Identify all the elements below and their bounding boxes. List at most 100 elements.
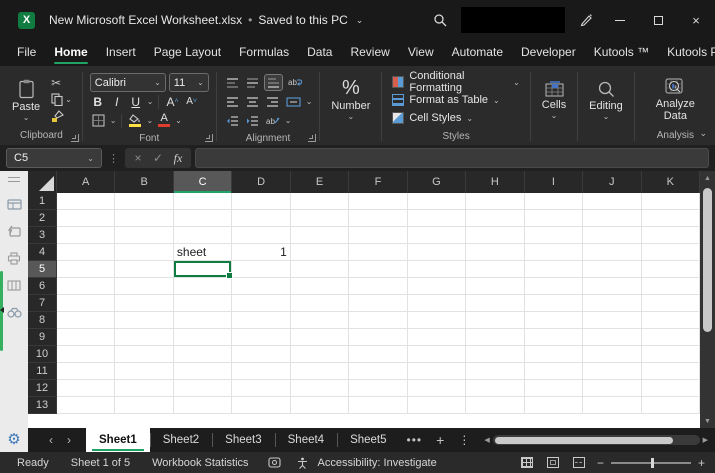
cell-D4[interactable]: 1 xyxy=(232,244,290,261)
cell-F1[interactable] xyxy=(349,193,407,210)
cell-C2[interactable] xyxy=(174,210,232,227)
cell-K1[interactable] xyxy=(642,193,700,210)
workbook-icon[interactable] xyxy=(6,197,22,211)
cell-I1[interactable] xyxy=(525,193,583,210)
cell-B7[interactable] xyxy=(115,295,173,312)
cell-I13[interactable] xyxy=(525,397,583,414)
cell-K11[interactable] xyxy=(642,363,700,380)
cell-K12[interactable] xyxy=(642,380,700,397)
cell-B8[interactable] xyxy=(115,312,173,329)
cell-D9[interactable] xyxy=(232,329,290,346)
cell-B13[interactable] xyxy=(115,397,173,414)
cell-G11[interactable] xyxy=(408,363,466,380)
cell-D11[interactable] xyxy=(232,363,290,380)
row-header-13[interactable]: 13 xyxy=(28,397,57,414)
cell-G3[interactable] xyxy=(408,227,466,244)
cell-C9[interactable] xyxy=(174,329,232,346)
align-left-button[interactable] xyxy=(224,93,241,110)
cell-K5[interactable] xyxy=(642,261,700,278)
scroll-left-icon[interactable]: ◀ xyxy=(481,436,492,444)
zoom-in-button[interactable]: + xyxy=(698,456,705,470)
cell-J8[interactable] xyxy=(583,312,641,329)
italic-button[interactable]: I xyxy=(109,93,125,110)
cell-F2[interactable] xyxy=(349,210,407,227)
cell-H1[interactable] xyxy=(466,193,524,210)
cell-J13[interactable] xyxy=(583,397,641,414)
fill-color-button[interactable] xyxy=(127,112,143,129)
cell-F7[interactable] xyxy=(349,295,407,312)
cell-J1[interactable] xyxy=(583,193,641,210)
window-title[interactable]: New Microsoft Excel Worksheet.xlsx • Sav… xyxy=(49,13,363,27)
cell-A11[interactable] xyxy=(57,363,115,380)
cell-A5[interactable] xyxy=(57,261,115,278)
editing-button[interactable]: Editing ⌄ xyxy=(583,70,629,129)
menu-item-automate[interactable]: Automate xyxy=(443,42,512,64)
cell-G12[interactable] xyxy=(408,380,466,397)
cell-G4[interactable] xyxy=(408,244,466,261)
settings-gear-icon[interactable]: ⚙ xyxy=(0,430,28,448)
column-header-I[interactable]: I xyxy=(525,171,583,193)
cell-A9[interactable] xyxy=(57,329,115,346)
horizontal-scrollbar[interactable]: ◀ ▶ xyxy=(481,428,711,452)
name-box[interactable]: C5 ⌄ xyxy=(6,148,102,168)
sheet-count[interactable]: Sheet 1 of 5 xyxy=(62,457,139,469)
cell-C13[interactable] xyxy=(174,397,232,414)
column-header-F[interactable]: F xyxy=(349,171,407,193)
cell-D6[interactable] xyxy=(232,278,290,295)
cell-J12[interactable] xyxy=(583,380,641,397)
cell-B6[interactable] xyxy=(115,278,173,295)
sheet-tab-sheet2[interactable]: Sheet2 xyxy=(150,428,212,452)
zoom-slider[interactable] xyxy=(611,462,691,464)
page-break-view-button[interactable] xyxy=(571,456,587,469)
menu-item-view[interactable]: View xyxy=(399,42,443,64)
normal-view-button[interactable] xyxy=(519,456,535,469)
cell-E8[interactable] xyxy=(291,312,349,329)
cell-K7[interactable] xyxy=(642,295,700,312)
cell-I10[interactable] xyxy=(525,346,583,363)
vertical-scroll-thumb[interactable] xyxy=(703,188,712,332)
cell-B11[interactable] xyxy=(115,363,173,380)
cell-D1[interactable] xyxy=(232,193,290,210)
increase-indent-button[interactable] xyxy=(244,112,261,129)
cell-J11[interactable] xyxy=(583,363,641,380)
cell-A10[interactable] xyxy=(57,346,115,363)
scroll-up-icon[interactable]: ▲ xyxy=(700,171,715,185)
more-sheets-icon[interactable]: ••• xyxy=(400,433,430,447)
cell-H8[interactable] xyxy=(466,312,524,329)
column-header-H[interactable]: H xyxy=(466,171,524,193)
cell-E11[interactable] xyxy=(291,363,349,380)
cell-H7[interactable] xyxy=(466,295,524,312)
analyze-data-button[interactable]: Analyze Data xyxy=(640,70,711,129)
cell-J4[interactable] xyxy=(583,244,641,261)
cell-E10[interactable] xyxy=(291,346,349,363)
cancel-icon[interactable]: × xyxy=(129,151,147,165)
merge-center-button[interactable] xyxy=(284,93,303,110)
row-header-5[interactable]: 5 xyxy=(28,261,57,278)
formula-bar-splitter[interactable]: ⋮ xyxy=(106,152,121,165)
insert-function-button[interactable]: fx xyxy=(169,151,187,166)
cell-D8[interactable] xyxy=(232,312,290,329)
row-header-2[interactable]: 2 xyxy=(28,210,57,227)
cell-B4[interactable] xyxy=(115,244,173,261)
decrease-font-size-button[interactable]: A˅ xyxy=(184,93,200,110)
cell-H2[interactable] xyxy=(466,210,524,227)
row-header-11[interactable]: 11 xyxy=(28,363,57,380)
cell-J9[interactable] xyxy=(583,329,641,346)
row-header-10[interactable]: 10 xyxy=(28,346,57,363)
cell-I3[interactable] xyxy=(525,227,583,244)
select-all-button[interactable] xyxy=(28,171,57,193)
prev-sheet-button[interactable]: ‹ xyxy=(44,433,58,447)
cell-G7[interactable] xyxy=(408,295,466,312)
column-header-A[interactable]: A xyxy=(57,171,115,193)
cell-F8[interactable] xyxy=(349,312,407,329)
orientation-button[interactable]: ab xyxy=(264,112,282,129)
cell-K6[interactable] xyxy=(642,278,700,295)
row-header-9[interactable]: 9 xyxy=(28,329,57,346)
menu-item-data[interactable]: Data xyxy=(298,42,341,64)
cell-B9[interactable] xyxy=(115,329,173,346)
cell-C1[interactable] xyxy=(174,193,232,210)
cell-D12[interactable] xyxy=(232,380,290,397)
cell-H5[interactable] xyxy=(466,261,524,278)
row-header-4[interactable]: 4 xyxy=(28,244,57,261)
cell-C7[interactable] xyxy=(174,295,232,312)
